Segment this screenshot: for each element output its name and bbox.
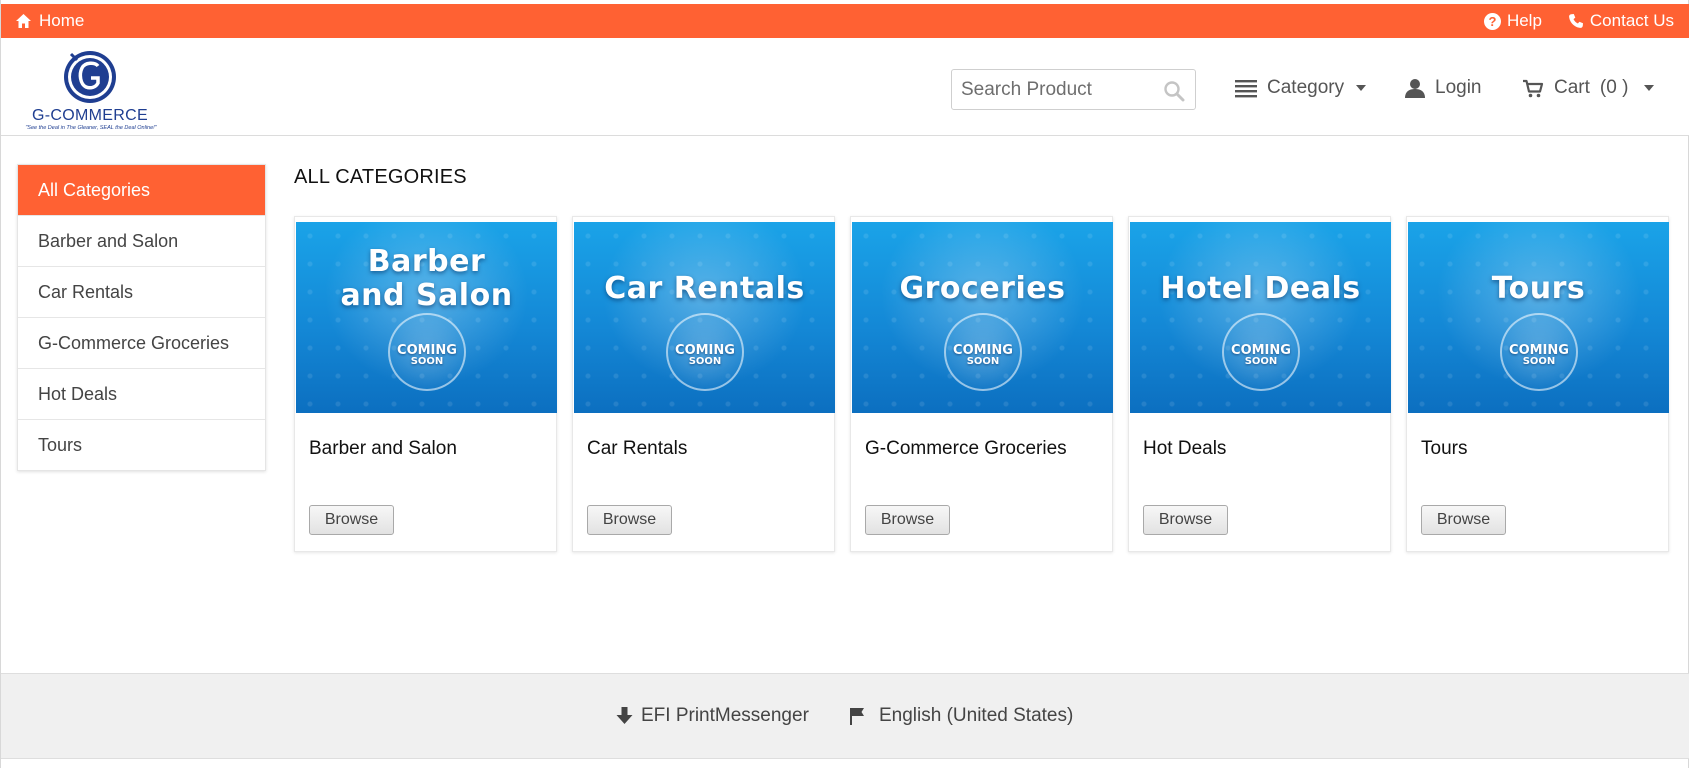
contact-us-label: Contact Us bbox=[1589, 11, 1674, 30]
page: Home ? Help Contact Us G-COMMERCE "See t… bbox=[0, 0, 1689, 768]
card-title[interactable]: G-Commerce Groceries bbox=[865, 438, 1067, 460]
banner-title-line1: Groceries bbox=[899, 271, 1066, 306]
logo-emblem-icon bbox=[64, 51, 116, 103]
sidebar-item-car-rentals[interactable]: Car Rentals bbox=[18, 266, 265, 317]
top-bar: Home ? Help Contact Us bbox=[1, 4, 1689, 38]
home-label: Home bbox=[39, 11, 85, 30]
coming-soon-badge: COMING SOON bbox=[1500, 313, 1578, 391]
card-banner-image[interactable]: Tours COMING SOON bbox=[1408, 222, 1669, 413]
contact-us-link[interactable]: Contact Us bbox=[1568, 11, 1674, 31]
page-title: ALL CATEGORIES bbox=[294, 166, 467, 188]
language-label: English (United States) bbox=[879, 705, 1074, 726]
home-icon bbox=[16, 14, 31, 28]
soon-text: SOON bbox=[1522, 356, 1556, 367]
list-icon bbox=[1235, 80, 1257, 98]
search-input[interactable] bbox=[952, 70, 1162, 109]
coming-soon-badge: COMING SOON bbox=[666, 313, 744, 391]
home-link[interactable]: Home bbox=[15, 4, 84, 38]
card-banner-image[interactable]: Car Rentals COMING SOON bbox=[574, 222, 835, 413]
card-banner-image[interactable]: Groceries COMING SOON bbox=[852, 222, 1113, 413]
banner-title-line1: Barber bbox=[367, 244, 486, 279]
card-banner-image[interactable]: Barber and Salon COMING SOON bbox=[296, 222, 557, 413]
browse-button[interactable]: Browse bbox=[309, 505, 394, 535]
soon-text: SOON bbox=[688, 356, 722, 367]
cart-icon bbox=[1523, 79, 1544, 98]
card-title[interactable]: Hot Deals bbox=[1143, 438, 1226, 460]
help-link[interactable]: ? Help bbox=[1483, 11, 1542, 31]
category-sidebar: All Categories Barber and Salon Car Rent… bbox=[17, 164, 266, 471]
question-circle-icon: ? bbox=[1483, 12, 1501, 30]
soon-text: SOON bbox=[966, 356, 1000, 367]
category-card: Tours COMING SOON Tours Browse bbox=[1406, 216, 1669, 552]
sidebar-item-groceries[interactable]: G-Commerce Groceries bbox=[18, 317, 265, 368]
browse-button[interactable]: Browse bbox=[1421, 505, 1506, 535]
soon-text: SOON bbox=[410, 356, 444, 367]
category-card: Groceries COMING SOON G-Commerce Groceri… bbox=[850, 216, 1113, 552]
card-title[interactable]: Barber and Salon bbox=[309, 438, 457, 460]
cart-count: (0 ) bbox=[1599, 77, 1629, 98]
category-card: Barber and Salon COMING SOON Barber and … bbox=[294, 216, 557, 552]
header: G-COMMERCE "See the Deal in The Gleaner,… bbox=[1, 38, 1689, 136]
coming-soon-badge: COMING SOON bbox=[944, 313, 1022, 391]
sidebar-item-hot-deals[interactable]: Hot Deals bbox=[18, 368, 265, 419]
soon-text: SOON bbox=[1244, 356, 1278, 367]
efi-printmessenger-link[interactable]: EFI PrintMessenger bbox=[616, 704, 809, 728]
caret-down-icon bbox=[1644, 85, 1655, 91]
banner-title-line1: Tours bbox=[1491, 271, 1586, 306]
banner-title-line1: Hotel Deals bbox=[1160, 271, 1361, 306]
category-menu[interactable]: Category bbox=[1235, 66, 1367, 110]
logo-wordmark: G-COMMERCE bbox=[32, 107, 148, 124]
category-label: Category bbox=[1267, 77, 1345, 98]
caret-down-icon bbox=[1356, 85, 1367, 91]
login-link[interactable]: Login bbox=[1405, 66, 1482, 110]
card-banner-image[interactable]: Hotel Deals COMING SOON bbox=[1130, 222, 1391, 413]
cart-label: Cart bbox=[1554, 77, 1590, 98]
category-card: Hotel Deals COMING SOON Hot Deals Browse bbox=[1128, 216, 1391, 552]
footer: EFI PrintMessenger English (United State… bbox=[1, 673, 1689, 759]
category-card: Car Rentals COMING SOON Car Rentals Brow… bbox=[572, 216, 835, 552]
coming-soon-badge: COMING SOON bbox=[388, 313, 466, 391]
flag-icon bbox=[850, 708, 864, 725]
search-box bbox=[951, 69, 1196, 110]
sidebar-item-tours[interactable]: Tours bbox=[18, 419, 265, 470]
cart-menu[interactable]: Cart (0 ) bbox=[1522, 66, 1655, 110]
browse-button[interactable]: Browse bbox=[587, 505, 672, 535]
banner-title-line2: and Salon bbox=[340, 278, 513, 313]
language-selector[interactable]: English (United States) bbox=[849, 704, 1073, 728]
browse-button[interactable]: Browse bbox=[865, 505, 950, 535]
card-title[interactable]: Car Rentals bbox=[587, 438, 687, 460]
card-title[interactable]: Tours bbox=[1421, 438, 1467, 460]
user-icon bbox=[1405, 79, 1425, 98]
browse-button[interactable]: Browse bbox=[1143, 505, 1228, 535]
banner-title-line1: Car Rentals bbox=[604, 271, 805, 306]
sidebar-item-all-categories[interactable]: All Categories bbox=[18, 165, 265, 215]
logo[interactable]: G-COMMERCE "See the Deal in The Gleaner,… bbox=[15, 48, 165, 132]
coming-soon-badge: COMING SOON bbox=[1222, 313, 1300, 391]
search-icon[interactable] bbox=[1163, 80, 1185, 102]
sidebar-item-barber-and-salon[interactable]: Barber and Salon bbox=[18, 215, 265, 266]
phone-icon bbox=[1568, 14, 1583, 28]
download-arrow-icon bbox=[616, 707, 633, 724]
login-label: Login bbox=[1435, 77, 1482, 98]
logo-tagline: "See the Deal in The Gleaner, SEAL the D… bbox=[25, 125, 157, 131]
efi-printmessenger-label: EFI PrintMessenger bbox=[641, 705, 809, 726]
help-label: Help bbox=[1506, 11, 1542, 30]
